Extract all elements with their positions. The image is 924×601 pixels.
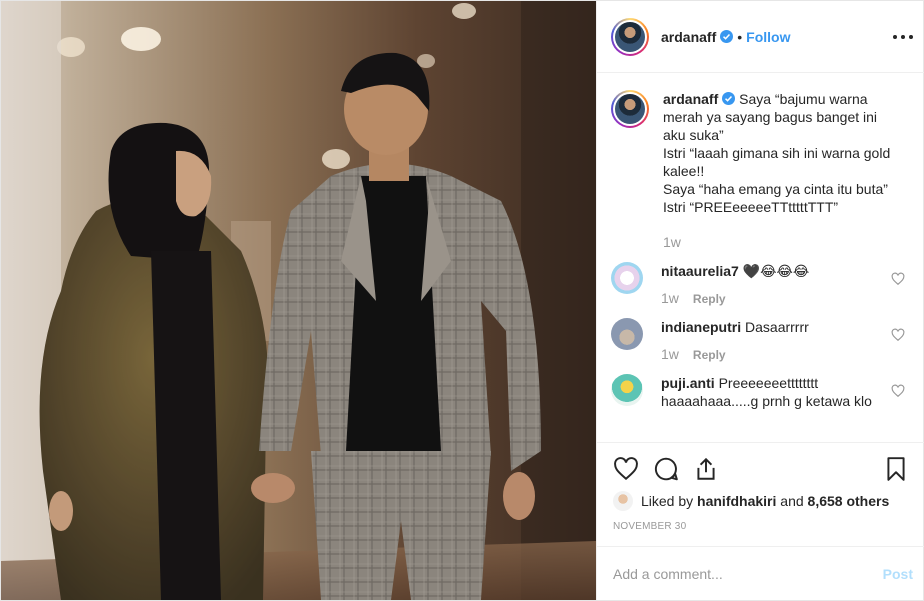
reply-button[interactable]: Reply: [693, 292, 726, 306]
comment-username[interactable]: puji.anti: [661, 375, 715, 391]
comment-text: Dasaarrrrr: [745, 319, 809, 335]
comment-time[interactable]: 1w: [661, 290, 679, 306]
separator-dot: •: [737, 28, 743, 45]
comment-item: puji.anti Preeeeeeetttttttt haaaahaaa...…: [611, 374, 909, 410]
caption: ardanaff Saya “bajumu warna merah ya say…: [611, 90, 909, 250]
comment-item: indianeputri Dasaarrrrr 1w Reply: [611, 318, 909, 362]
comment-item: nitaaurelia7 🖤😂😂😂 1w Reply: [611, 262, 909, 306]
caption-line: Saya “haha emang ya cinta itu buta”: [663, 181, 888, 197]
add-comment-input[interactable]: [613, 565, 863, 582]
comment-username[interactable]: nitaaurelia7: [661, 263, 739, 279]
caption-line: Istri “PREEeeeeeTTtttttTTT”: [663, 199, 839, 215]
heart-icon[interactable]: [891, 384, 905, 398]
comment-time[interactable]: 1w: [661, 346, 679, 362]
avatar[interactable]: [611, 17, 649, 56]
bookmark-icon[interactable]: [883, 456, 909, 482]
post-side-panel: ardanaff • Follow ardanaff Saya “bajumu …: [596, 1, 924, 600]
caption-avatar[interactable]: [611, 90, 649, 128]
comment-username[interactable]: indianeputri: [661, 319, 741, 335]
caption-time[interactable]: 1w: [663, 234, 681, 250]
post-photo[interactable]: [1, 1, 596, 600]
verified-icon: [720, 30, 734, 43]
reply-button[interactable]: Reply: [693, 348, 726, 362]
comment-avatar[interactable]: [611, 318, 643, 350]
like-icon[interactable]: [613, 456, 639, 482]
comments-list[interactable]: ardanaff Saya “bajumu warna merah ya say…: [597, 74, 924, 442]
post-date[interactable]: NOVEMBER 30: [613, 521, 909, 532]
more-options-icon[interactable]: [893, 27, 913, 47]
post-header: ardanaff • Follow: [597, 1, 924, 73]
heart-icon[interactable]: [891, 328, 905, 342]
avatar-image: [615, 21, 645, 52]
comment-avatar[interactable]: [611, 262, 643, 294]
likes-count[interactable]: 8,658 others: [808, 493, 890, 509]
post-actions: Liked by hanifdhakiri and 8,658 others N…: [597, 442, 924, 546]
couple-photo-illustration: [1, 1, 596, 600]
instagram-post: ardanaff • Follow ardanaff Saya “bajumu …: [0, 0, 924, 601]
comment-text: 🖤😂😂😂: [742, 263, 810, 279]
heart-icon[interactable]: [891, 272, 905, 286]
liker-username[interactable]: hanifdhakiri: [697, 493, 776, 509]
share-icon[interactable]: [693, 456, 719, 482]
add-comment-bar: Post: [597, 546, 924, 600]
header-username[interactable]: ardanaff: [661, 29, 716, 45]
comment-avatar[interactable]: [611, 374, 643, 406]
caption-line: Istri “laaah gimana sih ini warna gold k…: [663, 145, 891, 179]
verified-icon: [722, 92, 736, 105]
comment-icon[interactable]: [653, 456, 679, 482]
likes-prefix: Liked by: [641, 493, 694, 509]
likes-and: and: [780, 493, 804, 509]
caption-username[interactable]: ardanaff: [663, 91, 718, 107]
post-comment-button[interactable]: Post: [883, 566, 913, 582]
follow-button[interactable]: Follow: [746, 29, 790, 45]
